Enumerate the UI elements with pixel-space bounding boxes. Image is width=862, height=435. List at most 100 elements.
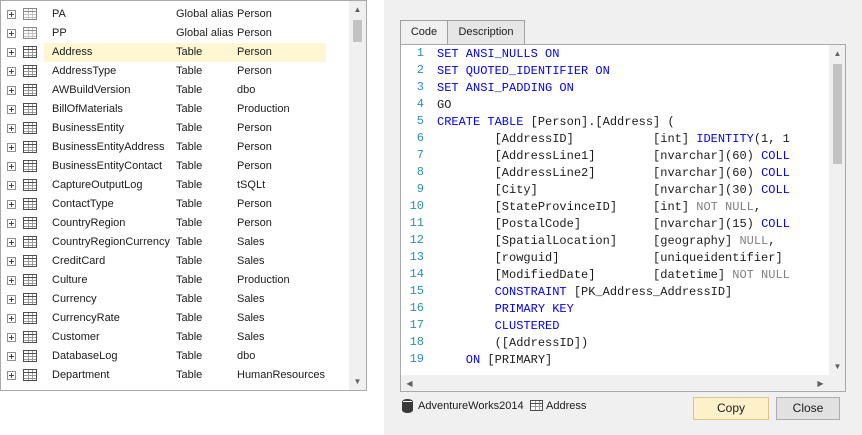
code-line: SET QUOTED_IDENTIFIER ON <box>437 63 610 80</box>
code-line: GO <box>437 97 451 114</box>
expand-icon[interactable] <box>7 352 16 361</box>
code-line: [AddressLine2] [nvarchar](60) COLL <box>437 165 790 182</box>
expand-icon[interactable] <box>7 333 16 342</box>
expand-icon[interactable] <box>7 105 16 114</box>
code-token: [City] [nvarchar](30) <box>437 183 762 197</box>
copy-button[interactable]: Copy <box>693 397 769 420</box>
expand-icon[interactable] <box>7 86 16 95</box>
object-type: Table <box>176 198 203 210</box>
expand-icon[interactable] <box>7 48 16 57</box>
line-number: 1 <box>416 46 424 60</box>
list-item[interactable]: Customer Table Sales <box>1 328 349 347</box>
code-line: [SpatialLocation] [geography] NULL, <box>437 233 776 250</box>
scroll-thumb[interactable] <box>353 20 362 42</box>
expand-icon[interactable] <box>7 10 16 19</box>
list-item[interactable]: DatabaseLog Table dbo <box>1 347 349 366</box>
line-number: 8 <box>416 165 424 179</box>
code-token: [PostalCode] [nvarchar](15) <box>437 217 762 231</box>
code-vertical-scrollbar[interactable]: ▲ ▼ <box>829 45 845 375</box>
table-icon <box>23 331 37 343</box>
code-token: CREATE TABLE <box>437 115 531 129</box>
scroll-left-icon[interactable]: ◀ <box>401 375 418 391</box>
line-number: 16 <box>409 301 424 315</box>
code-horizontal-scrollbar[interactable]: ◀ ▶ <box>401 375 829 391</box>
object-type: Table <box>176 179 203 191</box>
scroll-thumb[interactable] <box>833 64 842 164</box>
line-number: 11 <box>409 216 424 230</box>
list-item[interactable]: ContactType Table Person <box>1 195 349 214</box>
list-item[interactable]: PA Global alias Person <box>1 5 349 24</box>
code-token: [StateProvinceID] [int] <box>437 200 697 214</box>
scroll-down-icon[interactable]: ▼ <box>829 358 845 375</box>
table-icon <box>23 293 37 305</box>
expand-icon[interactable] <box>7 257 16 266</box>
code-token: SET ANSI_PADDING ON <box>437 81 574 95</box>
table-icon <box>23 274 37 286</box>
object-list-scrollbar[interactable]: ▲ ▼ <box>349 1 366 390</box>
tab-description[interactable]: Description <box>447 20 525 45</box>
object-schema: Sales <box>237 312 265 324</box>
expand-icon[interactable] <box>7 143 16 152</box>
status-object: Address <box>546 400 587 412</box>
object-type: Table <box>176 293 203 305</box>
list-item[interactable]: CountryRegionCurrency Table Sales <box>1 233 349 252</box>
table-icon <box>23 369 37 381</box>
list-item[interactable]: AddressType Table Person <box>1 62 349 81</box>
object-type: Table <box>176 236 203 248</box>
expand-icon[interactable] <box>7 295 16 304</box>
scroll-down-icon[interactable]: ▼ <box>349 373 366 390</box>
expand-icon[interactable] <box>7 124 16 133</box>
expand-icon[interactable] <box>7 181 16 190</box>
code-text[interactable]: SET ANSI_NULLS ON SET QUOTED_IDENTIFIER O… <box>437 45 829 375</box>
table-icon <box>530 400 543 411</box>
list-item[interactable]: BillOfMaterials Table Production <box>1 100 349 119</box>
scroll-up-icon[interactable]: ▲ <box>829 45 845 62</box>
list-item[interactable]: PP Global alias Person <box>1 24 349 43</box>
object-name: DatabaseLog <box>52 350 118 362</box>
object-schema: Sales <box>237 236 265 248</box>
code-line: [AddressLine1] [nvarchar](60) COLL <box>437 148 790 165</box>
list-item[interactable]: CountryRegion Table Person <box>1 214 349 233</box>
expand-icon[interactable] <box>7 200 16 209</box>
list-item[interactable]: Culture Table Production <box>1 271 349 290</box>
object-name: Currency <box>52 293 97 305</box>
alias-icon <box>23 8 37 20</box>
object-name: CountryRegion <box>52 217 126 229</box>
list-item[interactable]: CaptureOutputLog Table tSQLt <box>1 176 349 195</box>
line-number: 19 <box>409 352 424 366</box>
object-schema: Person <box>237 198 272 210</box>
expand-icon[interactable] <box>7 219 16 228</box>
expand-icon[interactable] <box>7 238 16 247</box>
list-item[interactable]: BusinessEntityAddress Table Person <box>1 138 349 157</box>
close-button[interactable]: Close <box>776 397 840 420</box>
expand-icon[interactable] <box>7 314 16 323</box>
code-viewer[interactable]: 1 2 3 4 5 6 7 8 9 10 11 12 13 14 15 16 17 18 19 SET ANSI_N… <box>400 44 846 392</box>
code-line: ON [PRIMARY] <box>437 352 552 369</box>
list-item[interactable]: CurrencyRate Table Sales <box>1 309 349 328</box>
object-type: Table <box>176 84 203 96</box>
expand-icon[interactable] <box>7 371 16 380</box>
expand-icon[interactable] <box>7 162 16 171</box>
object-name: ContactType <box>52 198 114 210</box>
code-line: [ModifiedDate] [datetime] NOT NULL <box>437 267 790 284</box>
list-item[interactable]: Address Table Person <box>1 43 349 62</box>
object-schema: Person <box>237 46 272 58</box>
tab-code[interactable]: Code <box>400 20 448 45</box>
list-item[interactable]: AWBuildVersion Table dbo <box>1 81 349 100</box>
expand-icon[interactable] <box>7 67 16 76</box>
list-item[interactable]: CreditCard Table Sales <box>1 252 349 271</box>
scroll-up-icon[interactable]: ▲ <box>349 1 366 18</box>
code-token: ([AddressID]) <box>437 336 589 350</box>
object-schema: tSQLt <box>237 179 266 191</box>
list-item[interactable]: Department Table HumanResources <box>1 366 349 385</box>
list-item[interactable]: BusinessEntity Table Person <box>1 119 349 138</box>
scroll-right-icon[interactable]: ▶ <box>812 375 829 391</box>
table-icon <box>23 46 37 58</box>
list-item[interactable]: Currency Table Sales <box>1 290 349 309</box>
list-item[interactable]: BusinessEntityContact Table Person <box>1 157 349 176</box>
code-line: [StateProvinceID] [int] NOT NULL, <box>437 199 761 216</box>
object-schema: Person <box>237 65 272 77</box>
expand-icon[interactable] <box>7 29 16 38</box>
expand-icon[interactable] <box>7 276 16 285</box>
object-list-panel: PA Global alias Person PP Global alias Person… <box>0 0 367 391</box>
